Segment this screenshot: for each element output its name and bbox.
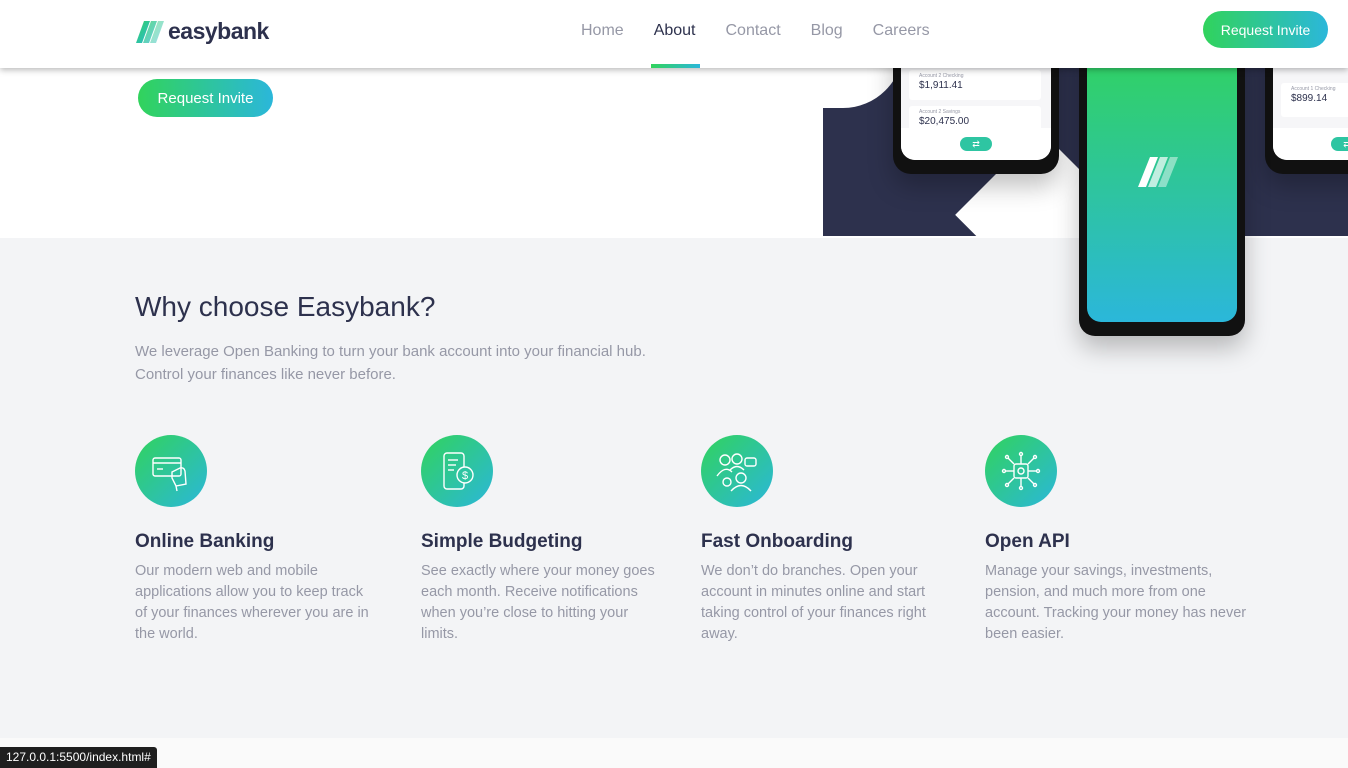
nav-contact[interactable]: Contact (726, 0, 781, 68)
hero-request-invite-button[interactable]: Request Invite (138, 79, 273, 117)
section-description: We leverage Open Banking to turn your ba… (135, 343, 646, 383)
feature-online-banking: Online Banking Our modern web and mobile… (135, 435, 385, 642)
center-phone-mockup (1079, 40, 1245, 336)
feature-icon-circle: $ (421, 435, 493, 507)
account-amount: $899.14 (1291, 93, 1328, 104)
feature-title: Fast Onboarding (701, 531, 853, 552)
section-title: Why choose Easybank? (135, 291, 436, 322)
feature-title: Simple Budgeting (421, 531, 583, 552)
budgeting-icon: $ (443, 452, 474, 490)
account-card: Account 2 Checking $1,911.41 (909, 70, 1041, 100)
feature-icon-circle (701, 435, 773, 507)
onboarding-icon (716, 453, 757, 492)
feature-icon-circle (985, 435, 1057, 507)
online-banking-icon (152, 457, 187, 492)
site-header: easybank Home About Contact Blog Careers… (0, 0, 1348, 68)
account-amount: $20,475.00 (919, 116, 970, 127)
next-section-edge (0, 738, 1348, 768)
feature-title: Online Banking (135, 531, 275, 552)
transfer-icon: ⇄ (960, 137, 992, 151)
logo-text: easybank (168, 18, 269, 44)
api-icon (1001, 451, 1041, 491)
feature-title: Open API (985, 531, 1070, 552)
nav-home[interactable]: Home (581, 0, 624, 68)
nav-careers[interactable]: Careers (873, 0, 930, 68)
account-card: Account 1 Checking $899.14 (1281, 83, 1348, 117)
feature-description: Manage your savings, investments, pensio… (985, 563, 1247, 642)
account-label: Account 1 Checking (1291, 86, 1336, 92)
transfer-icon: ⇄ (1331, 137, 1348, 151)
svg-text:$: $ (462, 470, 468, 482)
feature-fast-onboarding: Fast Onboarding We don’t do branches. Op… (701, 435, 951, 642)
account-label: Account 2 Checking (919, 73, 964, 79)
feature-description: See exactly where your money goes each m… (421, 563, 655, 642)
browser-status-url: 127.0.0.1:5500/index.html# (0, 747, 157, 768)
phone-logo-icon (1138, 157, 1178, 187)
account-amount: $1,911.41 (919, 80, 963, 91)
feature-icon-circle (135, 435, 207, 507)
feature-description: Our modern web and mobile applications a… (135, 563, 369, 642)
feature-description: We don’t do branches. Open your account … (701, 563, 926, 642)
feature-open-api: Open API Manage your savings, investment… (985, 435, 1255, 642)
nav-about[interactable]: About (650, 0, 700, 68)
account-label: Account 2 Savings (919, 109, 961, 115)
logo-mark-icon (136, 20, 164, 43)
feature-simple-budgeting: $ Simple Budgeting See exactly where you… (421, 435, 671, 642)
logo[interactable]: easybank (136, 18, 269, 45)
main-nav: Home About Contact Blog Careers (566, 0, 945, 68)
center-phone-screen (1087, 40, 1237, 322)
header-request-invite-button[interactable]: Request Invite (1203, 11, 1328, 48)
nav-blog[interactable]: Blog (811, 0, 843, 68)
